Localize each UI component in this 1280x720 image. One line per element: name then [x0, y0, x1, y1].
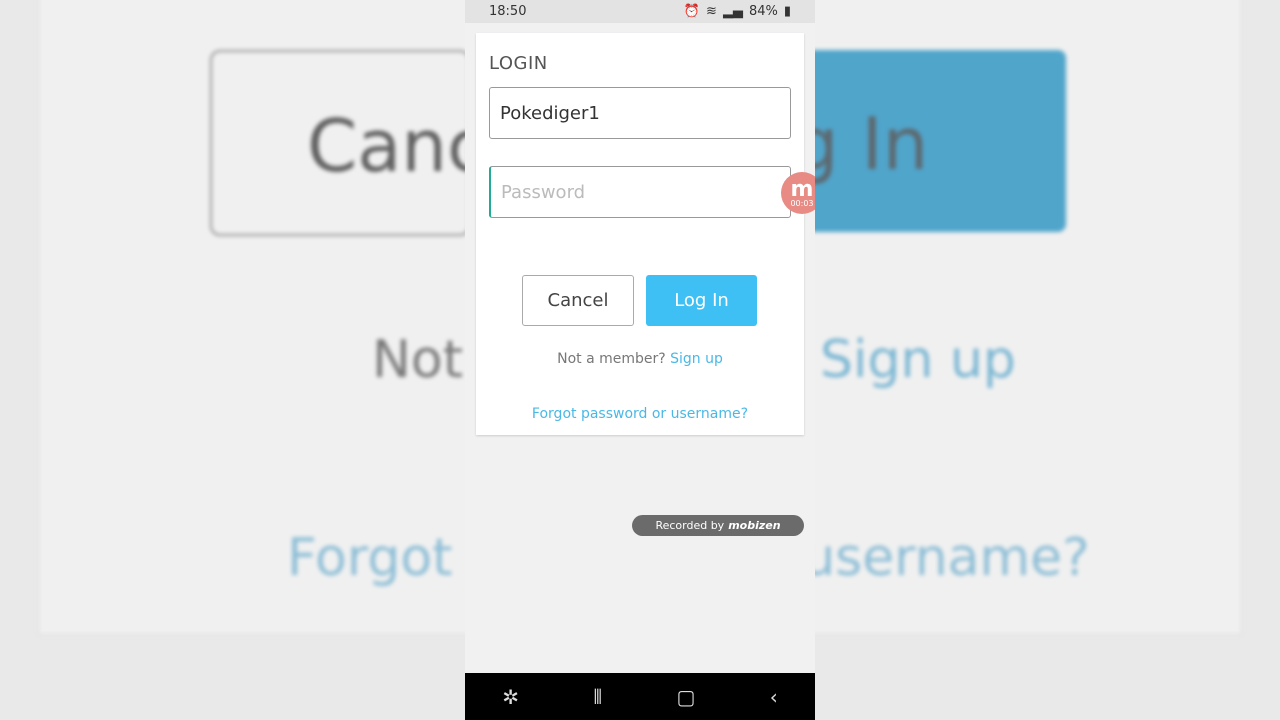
- recent-apps-icon[interactable]: ⦀: [593, 685, 602, 709]
- phone-screen: 18:50 ⏰ ≋ ▂▄ 84% ▮ LOGIN Pokediger1 Pass…: [465, 0, 815, 720]
- battery-percent: 84%: [748, 4, 778, 19]
- not-member-text: Not a member?: [557, 351, 666, 367]
- recorded-by-badge: Recorded by mobizen: [632, 515, 804, 536]
- record-timer: 00:03: [790, 199, 814, 208]
- background-login-text: Log In: [800, 102, 929, 186]
- sign-up-link[interactable]: Sign up: [670, 351, 723, 367]
- signal-icon: ▂▄: [722, 4, 743, 19]
- wifi-icon: ≋: [706, 4, 717, 19]
- not-member-row: Not a member? Sign up: [476, 351, 804, 367]
- login-card: LOGIN Pokediger1 Password Cancel Log In …: [476, 33, 804, 435]
- background-sign-up: Sign up: [820, 330, 1016, 390]
- home-icon[interactable]: ▢: [677, 685, 696, 709]
- username-input[interactable]: Pokediger1: [489, 87, 791, 139]
- mobizen-logo: mobizen: [728, 519, 781, 532]
- forgot-link[interactable]: Forgot password or username?: [476, 406, 804, 422]
- login-title: LOGIN: [489, 53, 548, 74]
- status-bar: 18:50 ⏰ ≋ ▂▄ 84% ▮: [465, 0, 815, 23]
- cancel-button[interactable]: Cancel: [522, 275, 634, 326]
- recorded-by-text: Recorded by: [655, 519, 725, 532]
- background-cancel: Cancel: [210, 50, 470, 236]
- background-login: Log In: [800, 50, 1066, 232]
- clock: 18:50: [489, 4, 527, 19]
- login-button[interactable]: Log In: [646, 275, 757, 326]
- battery-icon: ▮: [783, 4, 791, 19]
- mobizen-record-bubble[interactable]: m 00:03: [781, 172, 815, 214]
- alarm-icon: ⏰: [683, 4, 701, 19]
- password-input[interactable]: Password: [489, 166, 791, 218]
- back-icon[interactable]: ‹: [770, 685, 778, 709]
- game-tools-icon[interactable]: ✲: [502, 685, 519, 709]
- navigation-bar: ✲ ⦀ ▢ ‹: [465, 673, 815, 720]
